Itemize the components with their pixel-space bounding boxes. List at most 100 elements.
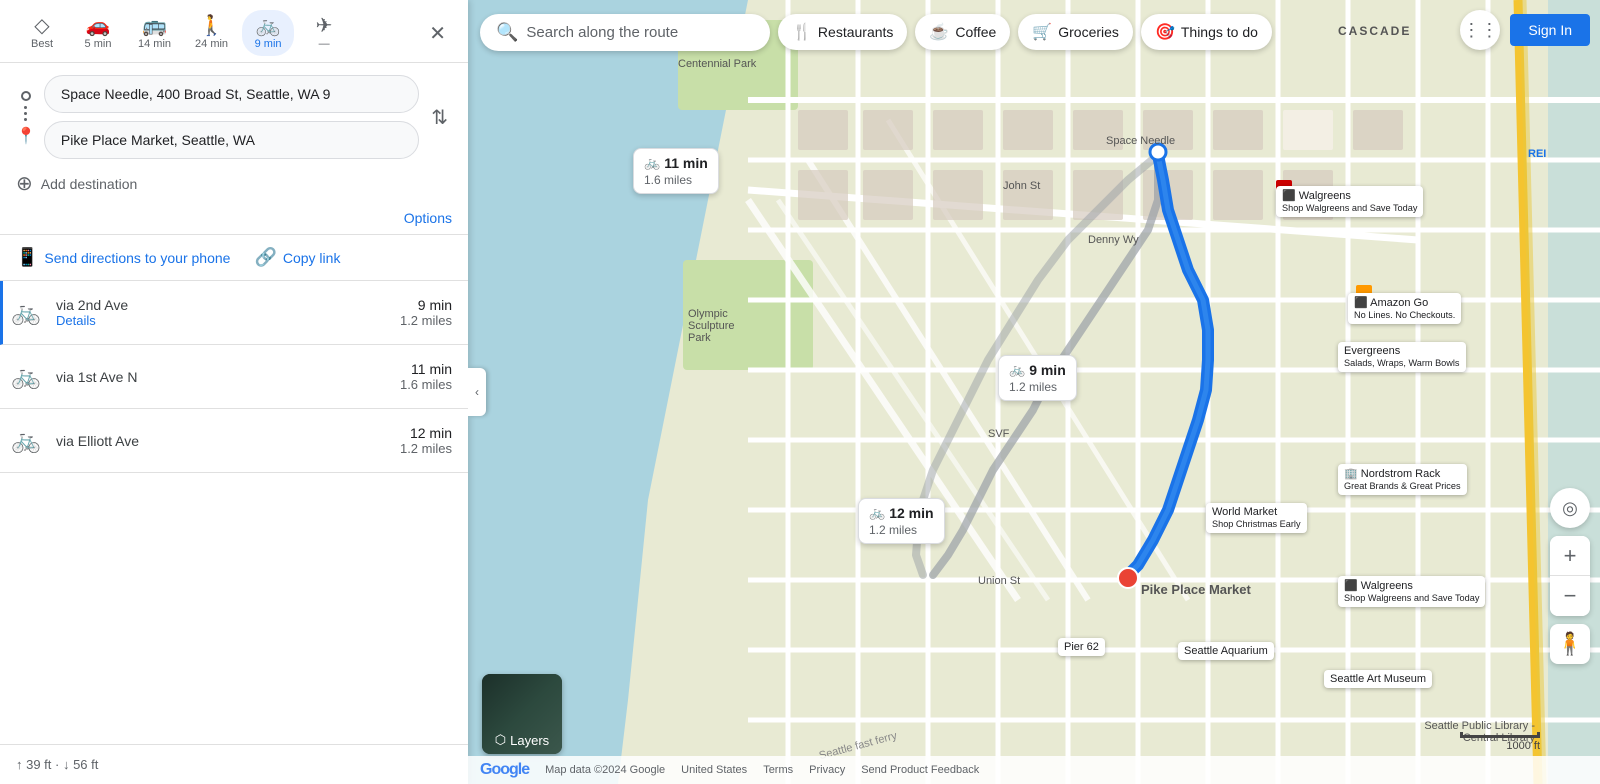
- action-links: 📱 Send directions to your phone 🔗 Copy l…: [0, 235, 468, 281]
- layers-diamond-icon: ⬡: [495, 732, 506, 748]
- privacy-link[interactable]: Privacy: [809, 764, 845, 776]
- send-directions-label: Send directions to your phone: [44, 250, 230, 266]
- origin-dot: [21, 91, 31, 101]
- transport-walk[interactable]: 🚶 24 min: [185, 10, 238, 56]
- copy-link-icon: 🔗: [254, 247, 276, 268]
- transport-bike[interactable]: 🚲 9 min: [242, 10, 294, 56]
- copy-link-link[interactable]: 🔗 Copy link: [254, 247, 340, 268]
- filter-chip-things-to-do[interactable]: 🎯 Things to do: [1141, 14, 1272, 50]
- apps-grid-button[interactable]: ⋮⋮: [1460, 10, 1500, 50]
- zoom-controls: + −: [1550, 536, 1590, 616]
- transport-walk-label: 24 min: [195, 38, 228, 50]
- search-icon: 🔍: [496, 22, 518, 43]
- route-bubble-9min[interactable]: 🚲 9 min 1.2 miles: [998, 355, 1077, 401]
- transport-flight-label: —: [319, 38, 330, 50]
- route-info-3: via Elliott Ave: [56, 433, 388, 449]
- origin-input[interactable]: [44, 75, 419, 113]
- options-button[interactable]: Options: [404, 210, 452, 226]
- flight-icon: ✈: [316, 16, 333, 36]
- feedback-link[interactable]: Send Product Feedback: [861, 764, 979, 776]
- map-topbar: 🔍 Search along the route 🍴 Restaurants ☕…: [468, 0, 1600, 64]
- pegman-icon: 🧍: [1556, 631, 1583, 657]
- route-time-1: 9 min: [400, 297, 452, 313]
- walgreens-marker-2[interactable]: ⬛ WalgreensShop Walgreens and Save Today: [1338, 576, 1485, 607]
- united-states-link[interactable]: United States: [681, 764, 747, 776]
- route-item-3[interactable]: 🚲 via Elliott Ave 12 min 1.2 miles: [0, 409, 468, 473]
- evergreens-marker[interactable]: EvergreensSalads, Wraps, Warm Bowls: [1338, 342, 1466, 372]
- waypoint-icons: 📍: [16, 89, 36, 146]
- pegman-button[interactable]: 🧍: [1550, 624, 1590, 664]
- route-time-col-3: 12 min 1.2 miles: [400, 425, 452, 456]
- google-logo: Google: [480, 761, 529, 779]
- bike-route-icon-3: 🚲: [8, 426, 44, 455]
- route-dist-2: 1.6 miles: [400, 377, 452, 392]
- bubble-time-2: 11 min: [664, 155, 708, 171]
- filter-chip-things-label: Things to do: [1181, 24, 1258, 40]
- transport-transit[interactable]: 🚌 14 min: [128, 10, 181, 56]
- search-box[interactable]: 🔍 Search along the route: [480, 14, 770, 51]
- right-controls: ◎ + − 🧍: [1550, 488, 1590, 664]
- transport-bar: ◇ Best 🚗 5 min 🚌 14 min 🚶 24 min 🚲 9 min…: [0, 0, 468, 63]
- add-destination-icon: ⊕: [16, 171, 33, 196]
- layers-label: ⬡ Layers: [495, 728, 549, 754]
- route-item-2[interactable]: 🚲 via 1st Ave N 11 min 1.6 miles: [0, 345, 468, 409]
- nordstrom-rack-marker[interactable]: 🏢 Nordstrom RackGreat Brands & Great Pri…: [1338, 464, 1467, 495]
- filter-chip-restaurants[interactable]: 🍴 Restaurants: [778, 14, 907, 50]
- route-time-col-2: 11 min 1.6 miles: [400, 361, 452, 392]
- route-time-3: 12 min: [400, 425, 452, 441]
- route-dist-3: 1.2 miles: [400, 441, 452, 456]
- transport-best-label: Best: [31, 38, 53, 50]
- transport-drive-label: 5 min: [85, 38, 112, 50]
- destination-pin-icon: 📍: [16, 126, 36, 146]
- layers-button[interactable]: ⬡ Layers: [482, 674, 562, 754]
- options-row: Options: [0, 206, 468, 235]
- map-area[interactable]: Centennial Park OlympicSculpturePark Spa…: [468, 0, 1600, 784]
- terms-link[interactable]: Terms: [763, 764, 793, 776]
- transport-drive[interactable]: 🚗 5 min: [72, 10, 124, 56]
- route-details-link-1[interactable]: Details: [56, 313, 388, 328]
- route-item-1[interactable]: 🚲 via 2nd Ave Details 9 min 1.2 miles: [0, 281, 468, 345]
- zoom-out-button[interactable]: −: [1550, 576, 1590, 616]
- route-time-col-1: 9 min 1.2 miles: [400, 297, 452, 328]
- bubble-bike-icon-1: 🚲: [1009, 362, 1025, 378]
- bubble-dist-3: 1.2 miles: [869, 523, 917, 537]
- map-bottom-bar: Google Map data ©2024 Google United Stat…: [468, 756, 1600, 784]
- swap-button[interactable]: ⇅: [427, 101, 452, 134]
- filter-chip-coffee[interactable]: ☕ Coffee: [915, 14, 1010, 50]
- things-to-do-icon: 🎯: [1155, 22, 1175, 42]
- add-destination-row[interactable]: ⊕ Add destination: [0, 159, 468, 206]
- scale-bar-container: 1000 ft: [1460, 732, 1540, 752]
- route-bubble-12min[interactable]: 🚲 12 min 1.2 miles: [858, 498, 945, 544]
- scale-label: 1000 ft: [1506, 740, 1540, 752]
- bubble-time-3: 12 min: [889, 505, 933, 521]
- collapse-panel-button[interactable]: ‹: [468, 368, 486, 416]
- transport-bike-label: 9 min: [255, 38, 282, 50]
- transport-transit-label: 14 min: [138, 38, 171, 50]
- car-icon: 🚗: [86, 16, 111, 36]
- zoom-in-button[interactable]: +: [1550, 536, 1590, 576]
- search-text: Search along the route: [526, 24, 678, 41]
- close-button[interactable]: ✕: [423, 15, 452, 52]
- scale-bar: [1460, 732, 1540, 738]
- send-to-phone-icon: 📱: [16, 247, 38, 268]
- transport-flight[interactable]: ✈ —: [298, 10, 350, 56]
- walk-icon: 🚶: [199, 16, 224, 36]
- location-button[interactable]: ◎: [1550, 488, 1590, 528]
- filter-chip-groceries-label: Groceries: [1058, 24, 1119, 40]
- map-copyright: Map data ©2024 Google: [545, 764, 665, 776]
- route-bubble-11min[interactable]: 🚲 11 min 1.6 miles: [633, 148, 719, 194]
- bike-route-icon-1: 🚲: [8, 298, 44, 327]
- send-directions-link[interactable]: 📱 Send directions to your phone: [16, 247, 230, 268]
- route-dist-1: 1.2 miles: [400, 313, 452, 328]
- world-market-marker[interactable]: World MarketShop Christmas Early: [1206, 503, 1307, 533]
- seattle-aquarium-marker[interactable]: Seattle Aquarium: [1178, 642, 1274, 660]
- location-icon: ◎: [1562, 498, 1578, 519]
- destination-input[interactable]: [44, 121, 419, 159]
- sign-in-button[interactable]: Sign In: [1510, 14, 1590, 46]
- filter-chip-groceries[interactable]: 🛒 Groceries: [1018, 14, 1133, 50]
- transport-best[interactable]: ◇ Best: [16, 10, 68, 56]
- seattle-art-museum-marker[interactable]: Seattle Art Museum: [1324, 670, 1432, 688]
- route-name-3: via Elliott Ave: [56, 433, 388, 449]
- walgreens-marker-1[interactable]: ⬛ WalgreensShop Walgreens and Save Today: [1276, 186, 1423, 217]
- amazon-go-marker[interactable]: ⬛ Amazon GoNo Lines. No Checkouts.: [1348, 293, 1461, 324]
